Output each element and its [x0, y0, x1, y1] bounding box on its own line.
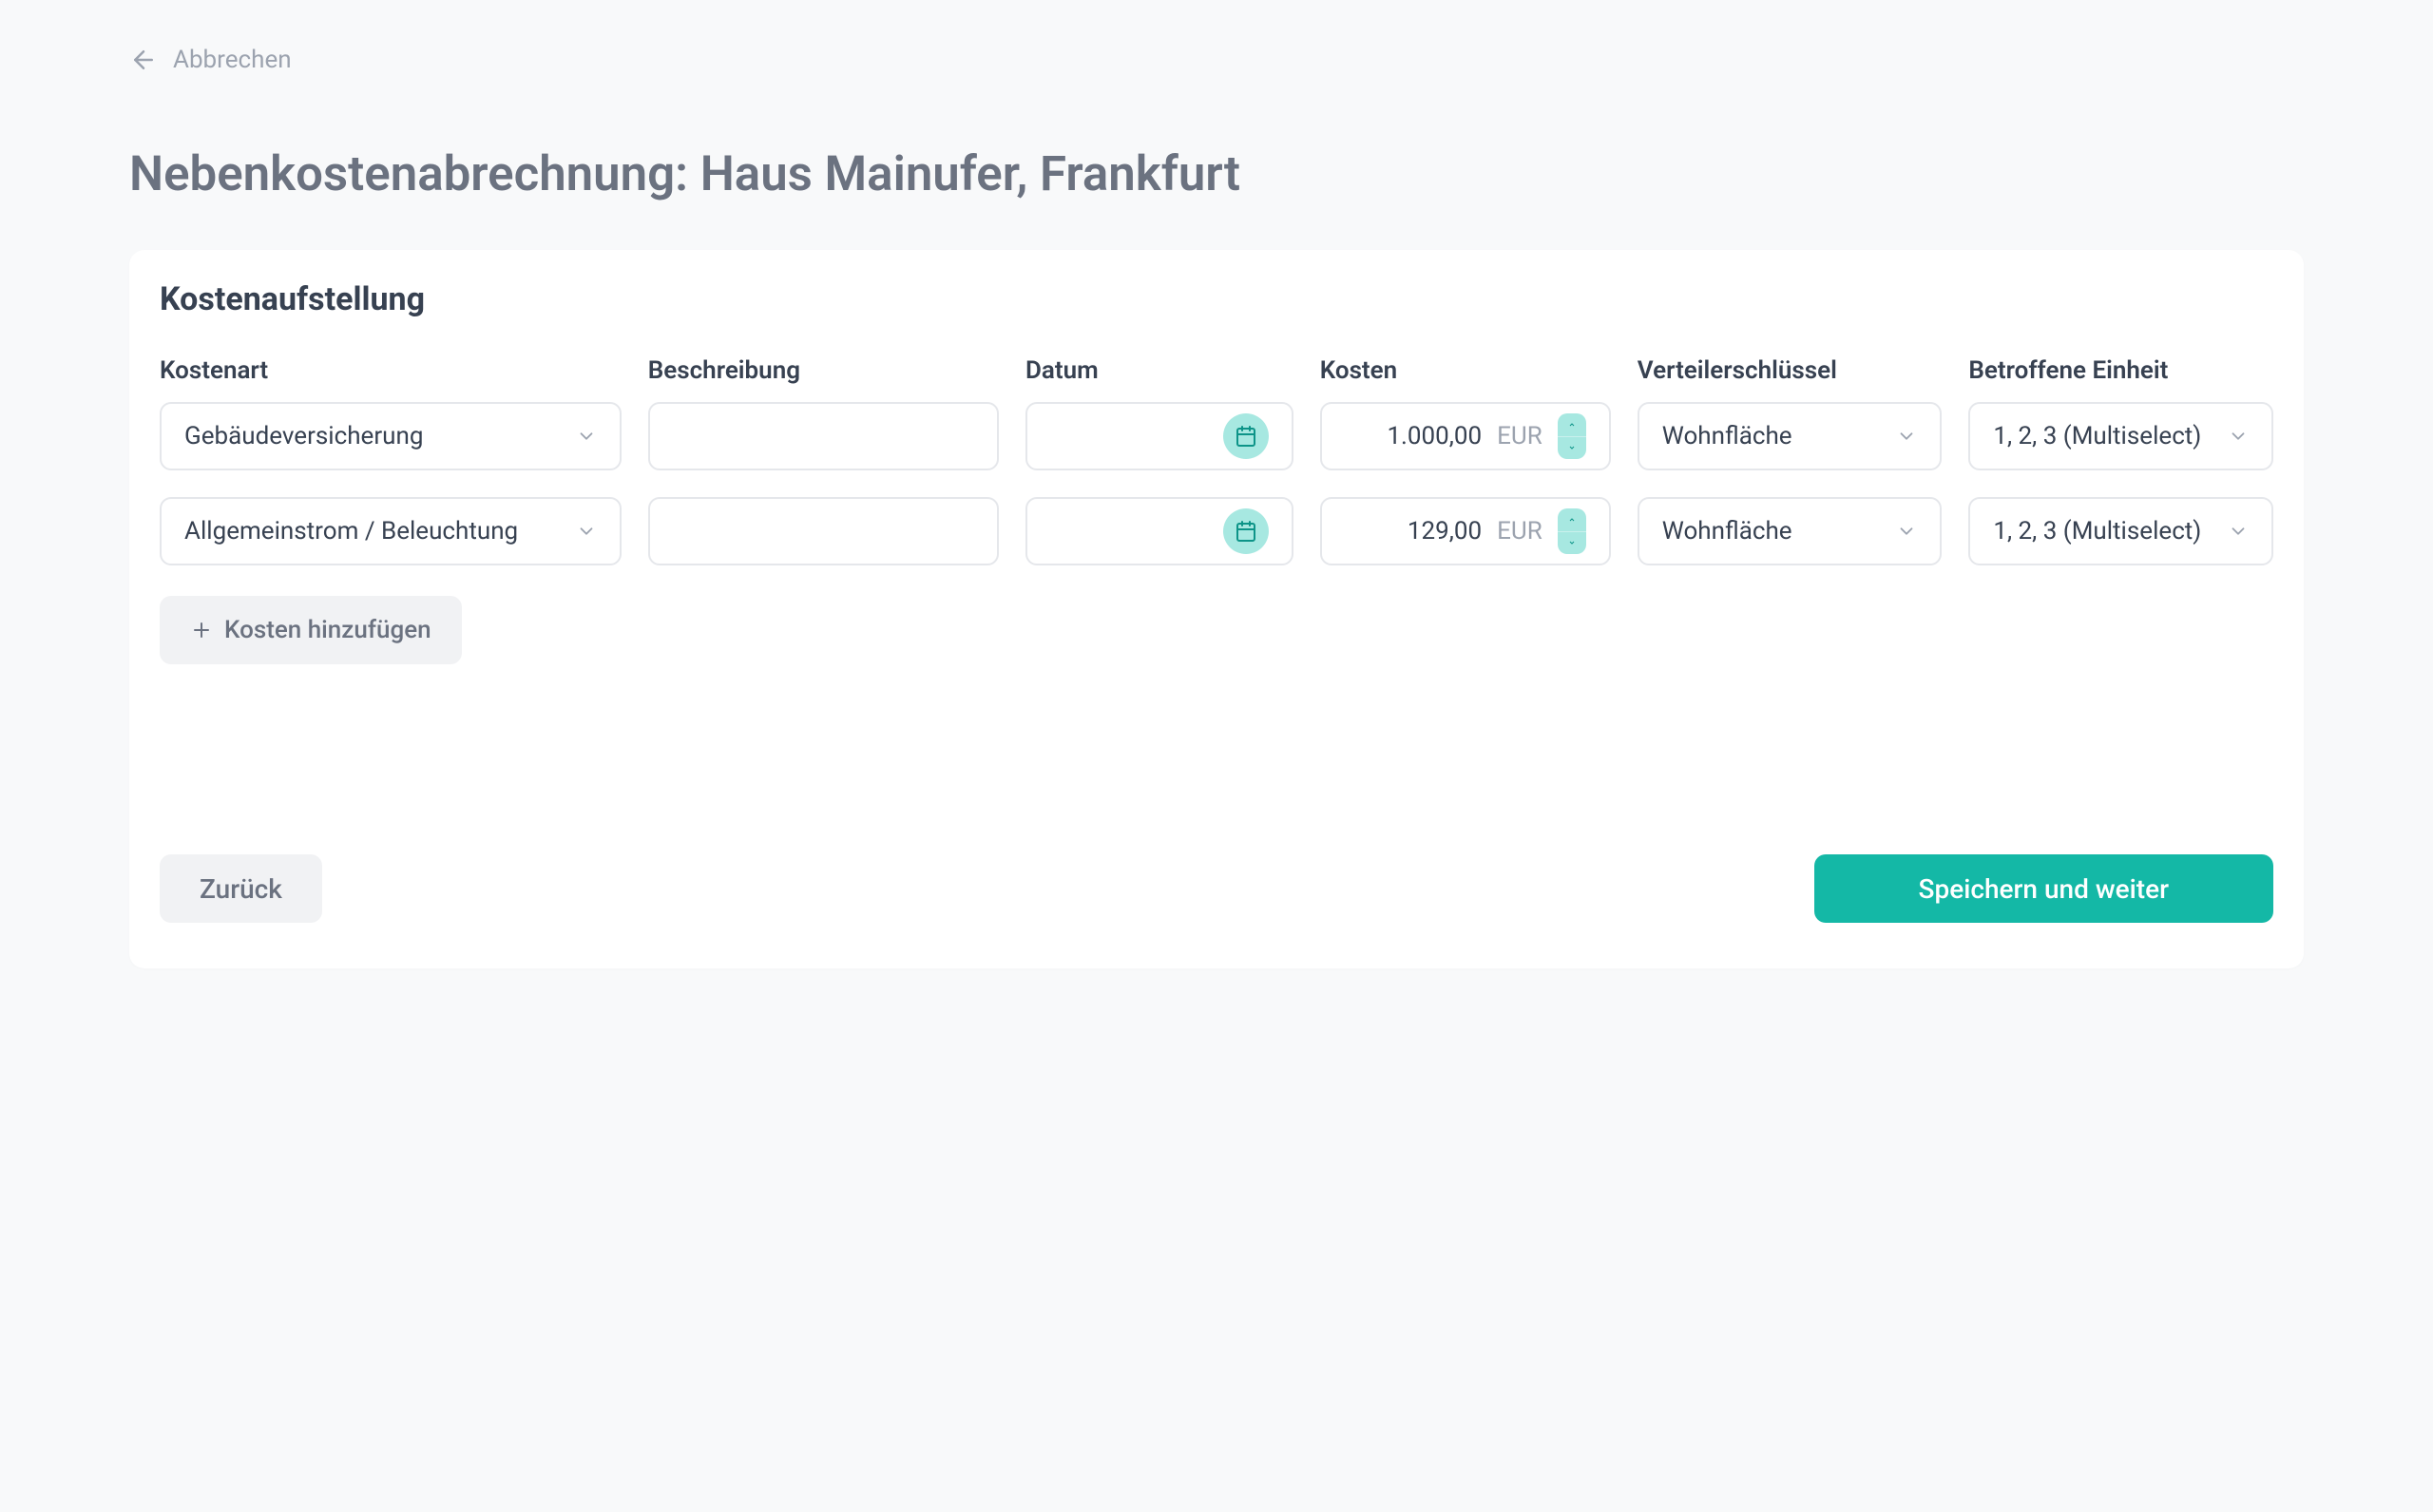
kosten-value: 129,00	[1345, 517, 1482, 545]
calendar-icon[interactable]	[1223, 508, 1269, 554]
datum-input[interactable]	[1025, 402, 1293, 470]
betroffene-einheit-select[interactable]: 1, 2, 3 (Multiselect)	[1968, 497, 2273, 565]
quantity-stepper[interactable]	[1558, 413, 1586, 459]
arrow-left-icon	[129, 46, 158, 74]
kosten-value: 1.000,00	[1345, 422, 1482, 450]
kosten-input[interactable]: 1.000,00 EUR	[1320, 402, 1611, 470]
add-cost-button[interactable]: Kosten hinzufügen	[160, 596, 462, 664]
kostenart-select[interactable]: Allgemeinstrom / Beleuchtung	[160, 497, 622, 565]
col-beschreibung: Beschreibung	[648, 356, 999, 385]
kosten-currency: EUR	[1497, 517, 1542, 545]
col-kosten: Kosten	[1320, 356, 1611, 385]
verteilerschluessel-select[interactable]: Wohnfläche	[1638, 497, 1943, 565]
cost-card: Kostenaufstellung Kostenart Beschreibung…	[129, 250, 2304, 968]
save-label: Speichern und weiter	[1919, 873, 2169, 905]
cancel-label: Abbrechen	[173, 46, 292, 74]
chevron-down-icon	[576, 426, 597, 447]
quantity-stepper[interactable]	[1558, 508, 1586, 554]
page-title: Nebenkostenabrechnung: Haus Mainufer, Fr…	[129, 146, 2304, 202]
beschreibung-input[interactable]	[648, 402, 999, 470]
verteilerschluessel-value: Wohnfläche	[1662, 422, 1792, 450]
chevron-down-icon	[1896, 521, 1917, 542]
kosten-input[interactable]: 129,00 EUR	[1320, 497, 1611, 565]
calendar-icon[interactable]	[1223, 413, 1269, 459]
chevron-down-icon[interactable]	[1558, 436, 1586, 460]
plus-icon	[190, 619, 213, 641]
kostenart-value: Allgemeinstrom / Beleuchtung	[184, 517, 518, 545]
betroffene-einheit-select[interactable]: 1, 2, 3 (Multiselect)	[1968, 402, 2273, 470]
col-kostenart: Kostenart	[160, 356, 622, 385]
chevron-down-icon[interactable]	[1558, 531, 1586, 555]
back-button[interactable]: Zurück	[160, 854, 322, 923]
kostenart-select[interactable]: Gebäudeversicherung	[160, 402, 622, 470]
verteilerschluessel-value: Wohnfläche	[1662, 517, 1792, 545]
betroffene-einheit-value: 1, 2, 3 (Multiselect)	[1993, 422, 2201, 450]
chevron-down-icon	[2228, 521, 2249, 542]
col-betroffene-einheit: Betroffene Einheit	[1968, 356, 2273, 385]
cancel-button[interactable]: Abbrechen	[129, 46, 292, 74]
chevron-down-icon	[1896, 426, 1917, 447]
back-label: Zurück	[200, 873, 282, 905]
col-verteilerschluessel: Verteilerschlüssel	[1638, 356, 1943, 385]
col-datum: Datum	[1025, 356, 1293, 385]
table-row: Gebäudeversicherung 1.000,00 EUR	[160, 402, 2273, 470]
datum-input[interactable]	[1025, 497, 1293, 565]
chevron-down-icon	[576, 521, 597, 542]
card-title: Kostenaufstellung	[160, 280, 2273, 318]
chevron-up-icon[interactable]	[1558, 508, 1586, 531]
add-cost-label: Kosten hinzufügen	[224, 616, 431, 644]
beschreibung-input[interactable]	[648, 497, 999, 565]
kosten-currency: EUR	[1497, 422, 1542, 450]
table-header: Kostenart Beschreibung Datum Kosten Vert…	[160, 356, 2273, 385]
save-continue-button[interactable]: Speichern und weiter	[1814, 854, 2273, 923]
table-row: Allgemeinstrom / Beleuchtung 129,00 EUR	[160, 497, 2273, 565]
footer: Zurück Speichern und weiter	[160, 854, 2273, 923]
betroffene-einheit-value: 1, 2, 3 (Multiselect)	[1993, 517, 2201, 545]
verteilerschluessel-select[interactable]: Wohnfläche	[1638, 402, 1943, 470]
chevron-down-icon	[2228, 426, 2249, 447]
chevron-up-icon[interactable]	[1558, 413, 1586, 436]
kostenart-value: Gebäudeversicherung	[184, 422, 423, 450]
